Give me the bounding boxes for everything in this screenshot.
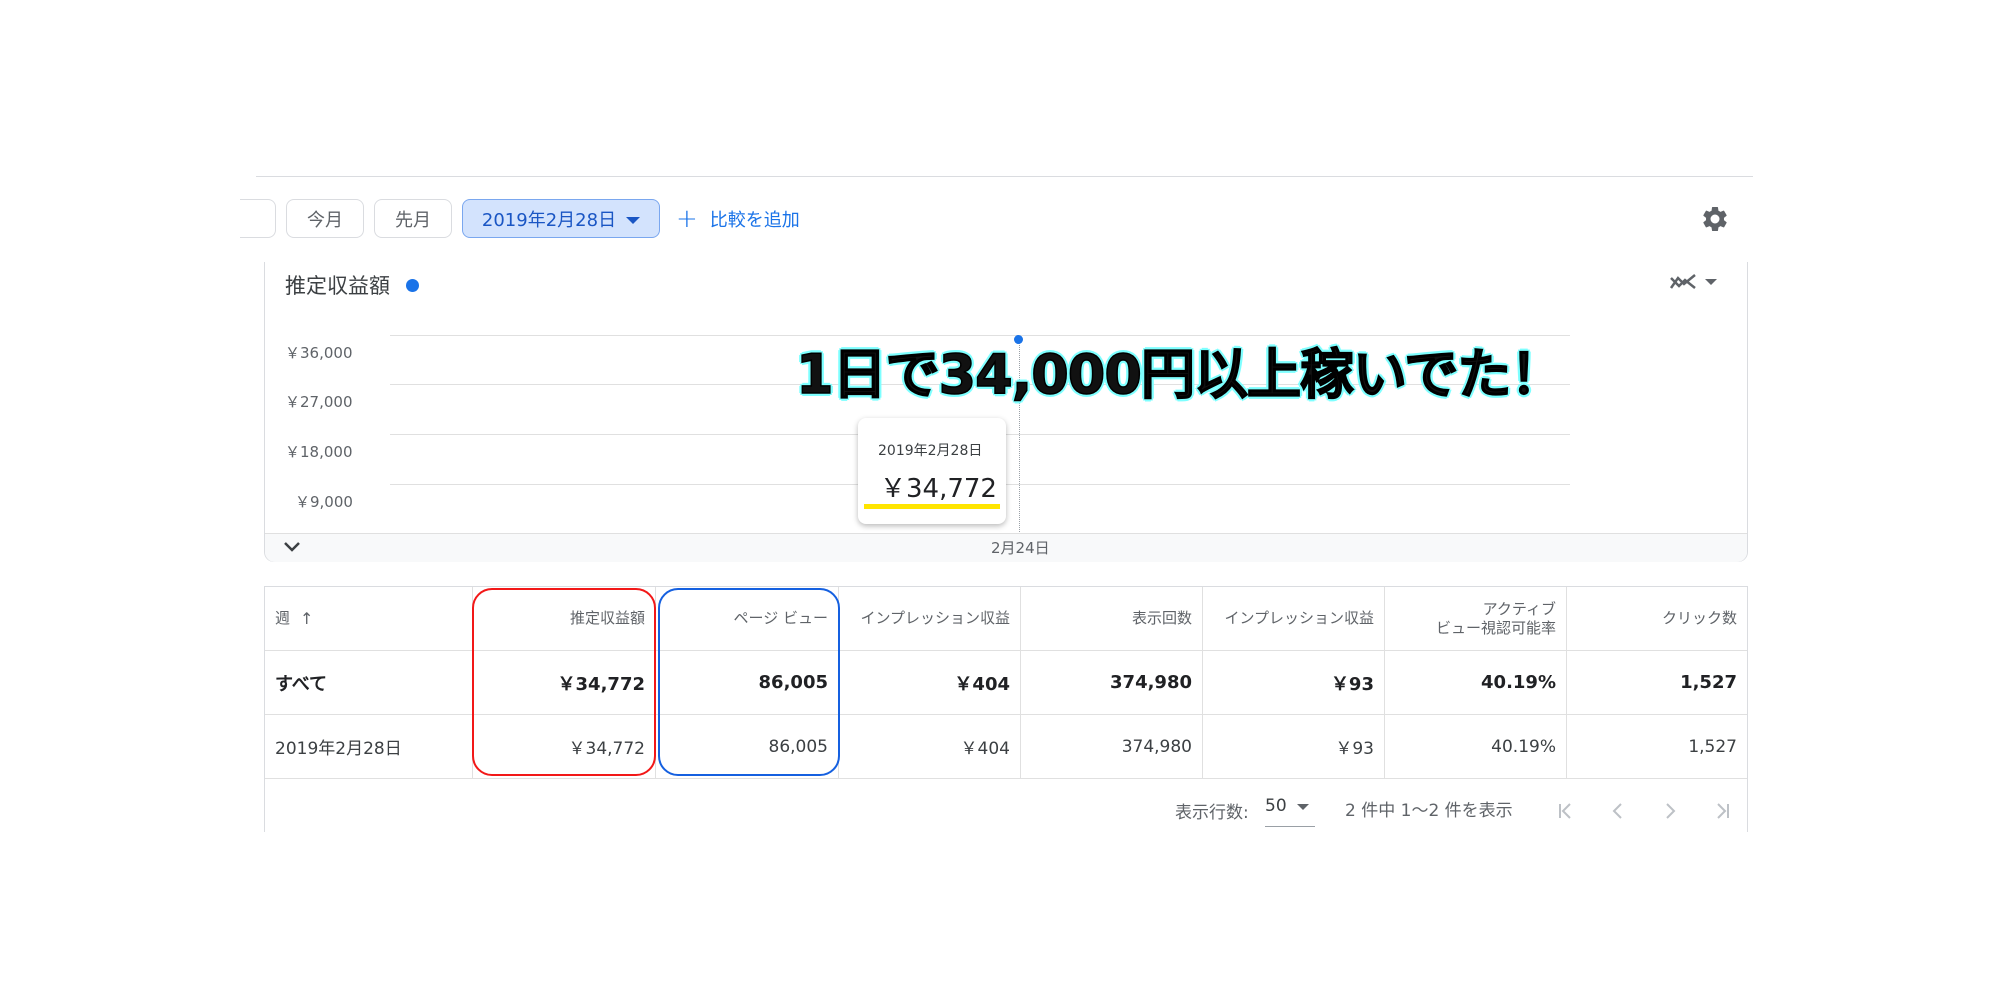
add-comparison-label: 比較を追加 [709,210,800,231]
caret-down-icon [626,216,641,224]
chart-tooltip: 2019年2月28日 ￥34,772 [858,418,1006,524]
table-cell: ￥93 [1203,715,1385,778]
table-cell: ￥404 [839,715,1021,778]
table-cell: 374,980 [1021,715,1203,778]
series-dot-icon [406,278,419,292]
trend-chart-icon [1669,274,1696,289]
annotation-headline: 1日で34,000円以上稼いでた！ [795,342,1565,407]
revenue-highlight-box [472,588,656,776]
column-header-label: 週 [275,609,291,627]
column-header-clicks[interactable]: クリック数 [1567,587,1747,650]
y-tick-label: ￥36,000 [285,344,353,362]
column-header-impressions[interactable]: 表示回数 [1021,587,1203,650]
table-cell: 1,527 [1680,672,1737,693]
last-page-icon[interactable] [1711,800,1733,822]
column-header-impression-revenue-2[interactable]: インプレッション収益 [1203,587,1385,650]
plus-icon: + [676,204,698,234]
caret-down-icon [1296,804,1309,810]
chart-type-selector[interactable] [1669,272,1717,292]
table-cell: ￥93 [1203,651,1385,714]
pagination-range: 2 件中 1～2 件を表示 [1345,801,1513,821]
chart-card: 推定収益額 ￥36,000 ￥27,000 ￥18,000 ￥9,000 2月2… [264,262,1748,562]
table-cell: 1,527 [1688,736,1737,757]
y-tick-label: ￥9,000 [295,493,353,511]
prev-page-icon[interactable] [1607,800,1629,822]
tooltip-value: ￥34,772 [880,474,997,504]
x-tick-label: 2月24日 [991,539,1050,557]
rows-per-page-value: 50 [1265,796,1287,816]
add-comparison-button[interactable]: + 比較を追加 [676,204,800,234]
caret-down-icon [1705,279,1717,285]
date-range-label: 2019年2月28日 [481,209,617,231]
first-page-icon[interactable] [1555,800,1577,822]
chart-title: 推定収益額 [285,270,419,300]
chip-last-month[interactable]: 先月 [374,199,452,238]
chip-this-month[interactable]: 今月 [286,199,364,238]
pageview-highlight-box [658,588,840,776]
chevron-down-icon[interactable] [283,538,301,556]
table-cell: 374,980 [1021,651,1203,714]
date-range-selector[interactable]: 2019年2月28日 [462,199,660,238]
date-chip-partial[interactable] [240,199,276,238]
tooltip-date: 2019年2月28日 [878,443,983,459]
gear-icon[interactable] [1700,204,1730,234]
rows-per-page-select[interactable]: 50 [1265,796,1315,827]
chart-title-label: 推定収益額 [285,274,390,298]
column-header-impression-revenue[interactable]: インプレッション収益 [839,587,1021,650]
next-page-icon[interactable] [1659,800,1681,822]
table-footer: 表示行数: 50 2 件中 1～2 件を表示 [264,776,1748,832]
y-tick-label: ￥27,000 [285,393,353,411]
table-cell: 40.19% [1385,651,1567,714]
sort-up-icon: ↑ [300,609,314,628]
table-cell: 2019年2月28日 [265,715,473,778]
top-divider [256,176,1753,177]
highlight-underline [864,504,1000,509]
table-cell: ￥404 [839,651,1021,714]
y-tick-label: ￥18,000 [285,443,353,461]
column-header-active-view[interactable]: アクティブ ビュー視認可能率 [1385,587,1567,650]
table-cell: 40.19% [1385,715,1567,778]
rows-per-page-label: 表示行数: [1175,803,1249,823]
table-cell: すべて [265,651,473,714]
column-header-week[interactable]: 週 ↑ [265,587,473,650]
